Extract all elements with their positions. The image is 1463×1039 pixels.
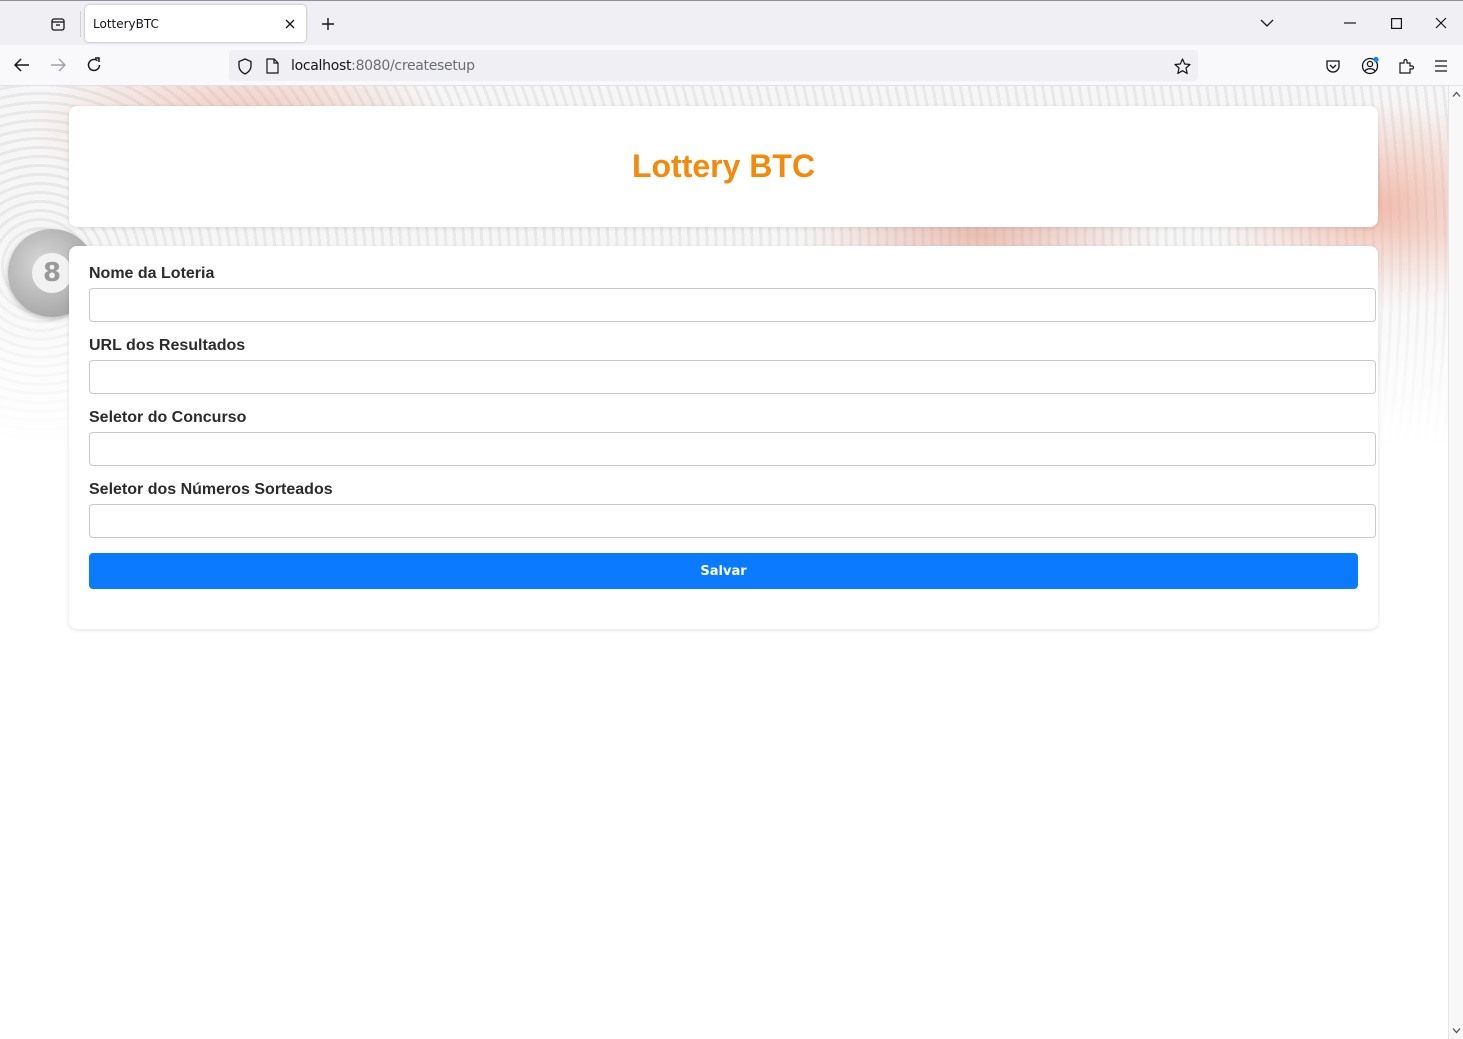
- puzzle-icon[interactable]: [1393, 53, 1419, 79]
- browser-tab-bar: LotteryBTC: [0, 0, 1463, 45]
- tab-separator: [80, 11, 81, 37]
- maximize-icon[interactable]: [1373, 5, 1419, 41]
- lottery-name-label: Nome da Loteria: [89, 265, 215, 282]
- scroll-down-icon[interactable]: [1452, 1026, 1461, 1035]
- page-icon[interactable]: [263, 57, 281, 75]
- tab-active[interactable]: LotteryBTC: [85, 5, 306, 42]
- drawn-numbers-selector-label: Seletor dos Números Sorteados: [89, 481, 333, 498]
- results-url-input[interactable]: [89, 360, 1376, 394]
- arrow-right-icon[interactable]: [42, 49, 74, 81]
- reload-icon[interactable]: [78, 49, 110, 81]
- browser-nav-bar: localhost:8080/createsetup: [0, 45, 1463, 86]
- url-text[interactable]: localhost:8080/createsetup: [291, 58, 475, 74]
- page-scrollbar[interactable]: [1448, 86, 1463, 1039]
- url-path: :8080/createsetup: [351, 58, 475, 74]
- hamburger-menu-icon[interactable]: [1428, 53, 1454, 79]
- setup-form: Nome da Loteria URL dos Resultados Selet…: [69, 246, 1378, 629]
- page-title: Lottery BTC: [631, 148, 816, 184]
- save-button[interactable]: Salvar: [89, 553, 1358, 589]
- header-card: Lottery BTC: [69, 106, 1378, 227]
- lottery-name-input[interactable]: [89, 288, 1376, 322]
- arrow-left-icon[interactable]: [6, 49, 38, 81]
- star-icon[interactable]: [1172, 56, 1192, 76]
- close-icon[interactable]: [280, 14, 300, 34]
- contest-selector-input[interactable]: [89, 432, 1376, 466]
- account-icon[interactable]: [1357, 53, 1383, 79]
- drawn-numbers-selector-input[interactable]: [89, 504, 1376, 538]
- url-bar[interactable]: localhost:8080/createsetup: [229, 50, 1198, 81]
- contest-selector-label: Seletor do Concurso: [89, 409, 247, 426]
- tab-title: LotteryBTC: [93, 17, 159, 31]
- tab-list-icon[interactable]: [40, 7, 76, 41]
- plus-icon[interactable]: [314, 10, 342, 38]
- close-window-icon[interactable]: [1418, 5, 1463, 41]
- url-host: localhost: [291, 58, 352, 74]
- pocket-icon[interactable]: [1320, 53, 1346, 79]
- minimize-icon[interactable]: [1327, 5, 1373, 41]
- results-url-label: URL dos Resultados: [89, 337, 246, 354]
- scroll-up-icon[interactable]: [1452, 90, 1461, 99]
- ball-number: 8: [32, 253, 72, 293]
- page-viewport: 8 Lottery BTC Nome da Loteria URL dos Re…: [0, 86, 1448, 1039]
- chevron-down-icon[interactable]: [1244, 5, 1290, 41]
- shield-icon[interactable]: [236, 57, 254, 75]
